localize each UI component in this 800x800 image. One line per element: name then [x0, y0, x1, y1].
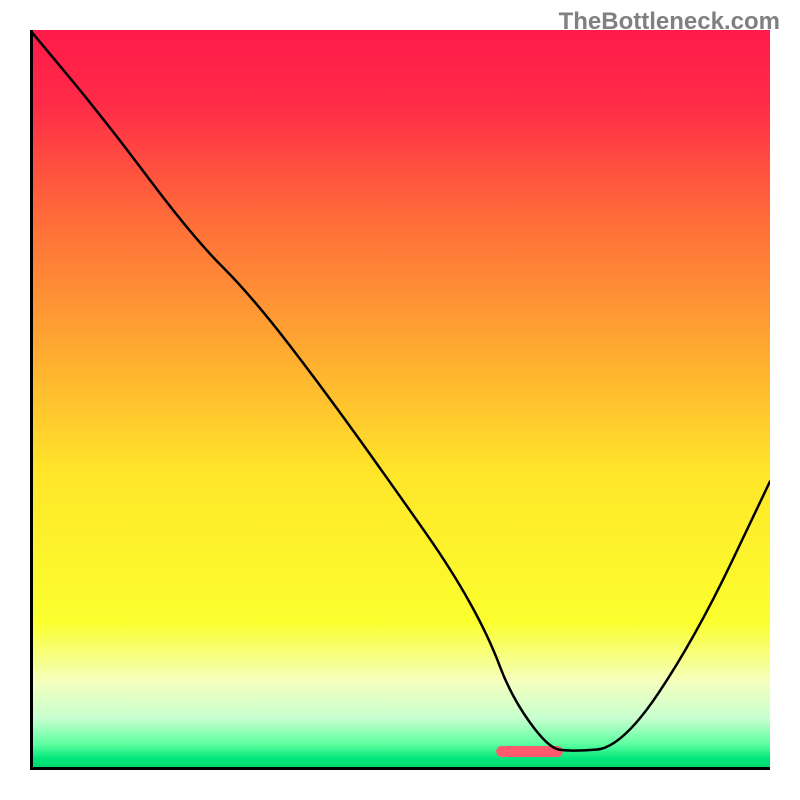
chart-container: TheBottleneck.com [0, 0, 800, 800]
chart-svg [30, 30, 770, 770]
chart-area [30, 30, 770, 770]
chart-background [30, 30, 770, 770]
watermark: TheBottleneck.com [559, 8, 780, 36]
